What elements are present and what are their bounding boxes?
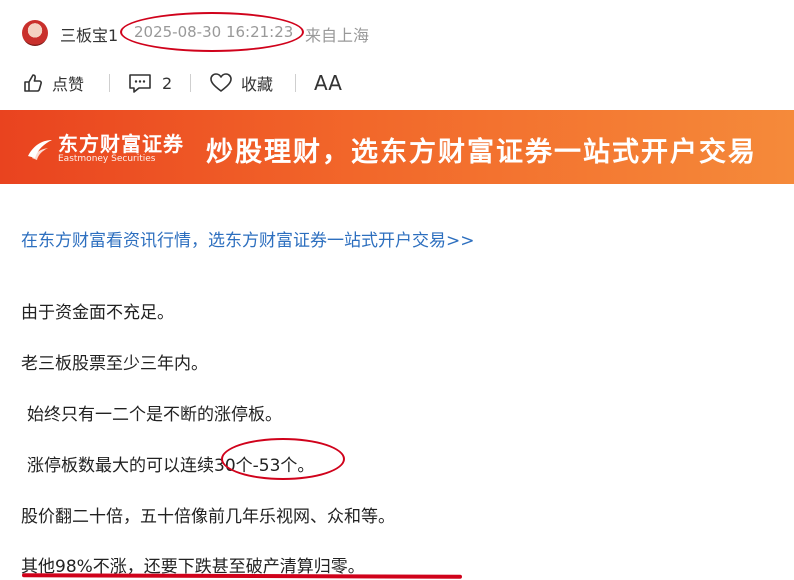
favorite-label: 收藏	[241, 75, 274, 94]
post-timestamp: 2025-08-30 16:21:23	[134, 23, 294, 41]
comment-count: 2	[162, 73, 173, 93]
like-label: 点赞	[52, 75, 85, 94]
annotation-underline	[21, 573, 463, 579]
divider	[190, 74, 191, 92]
post-header: 三板宝1 2025-08-30 16:21:23 来自上海	[0, 0, 794, 64]
action-bar: 点赞 2 收藏 AA	[0, 64, 794, 104]
comment-button[interactable]: 2	[128, 70, 172, 96]
ad-banner[interactable]: 东方财富证券 Eastmoney Securities 炒股理财，选东方财富证券…	[0, 110, 794, 184]
paragraph: 涨停板数最大的可以连续30个-53个。	[27, 456, 315, 476]
promo-link[interactable]: 在东方财富看资讯行情，选东方财富证券一站式开户交易>>	[21, 226, 475, 251]
divider	[295, 74, 296, 92]
like-button[interactable]: 点赞	[22, 70, 84, 96]
paragraph: 始终只有一二个是不断的涨停板。	[27, 405, 282, 425]
thumbs-up-icon	[22, 72, 44, 94]
comment-icon	[128, 72, 152, 94]
heart-icon	[209, 72, 233, 94]
author-name[interactable]: 三板宝1	[60, 22, 118, 46]
banner-slogan: 炒股理财，选东方财富证券一站式开户交易	[206, 137, 757, 168]
eastmoney-logo-icon	[26, 136, 54, 166]
font-size-button[interactable]: AA	[314, 70, 342, 96]
paragraph: 由于资金面不充足。	[21, 303, 174, 323]
font-size-label: AA	[314, 71, 342, 95]
banner-logo-en: Eastmoney Securities	[58, 154, 156, 164]
paragraph: 老三板股票至少三年内。	[21, 354, 208, 374]
post-location: 来自上海	[305, 26, 370, 45]
divider	[109, 74, 110, 92]
favorite-button[interactable]: 收藏	[209, 70, 273, 96]
banner-logo-text: 东方财富证券	[58, 132, 184, 156]
paragraph: 股价翻二十倍，五十倍像前几年乐视网、众和等。	[21, 507, 395, 527]
avatar[interactable]	[22, 20, 48, 46]
